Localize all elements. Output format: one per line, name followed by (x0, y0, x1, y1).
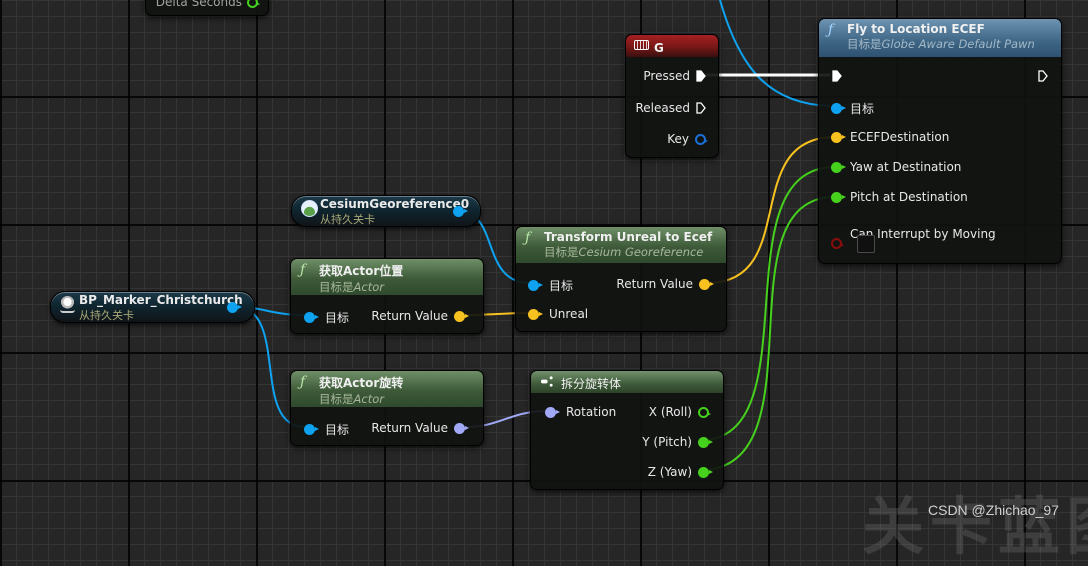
break-rotator-header: 拆分旋转体 (531, 371, 723, 393)
csdn-credit-watermark: CSDN @Zhichao_97 (928, 502, 1059, 518)
bp-marker-title: BP_Marker_Christchurch (79, 293, 243, 307)
pressed-exec-pin[interactable] (696, 70, 706, 82)
bp-marker-out-pin[interactable] (227, 302, 242, 313)
can-interrupt-pin[interactable] (831, 238, 844, 249)
get-rotation-target-pin[interactable] (304, 424, 319, 435)
delta-seconds-node[interactable]: Delta Seconds (145, 0, 269, 16)
z-yaw-pin[interactable] (698, 466, 713, 478)
can-interrupt-checkbox[interactable] (857, 235, 875, 253)
get-location-return-label: Return Value (371, 309, 448, 323)
transform-unreal-to-ecef-node[interactable]: ƒ Transform Unreal to Ecef 目标是Cesium Geo… (515, 226, 727, 332)
get-actor-location-header: ƒ 获取Actor位置 目标是Actor (291, 259, 483, 295)
delta-seconds-pin[interactable] (247, 0, 260, 8)
x-roll-label: X (Roll) (648, 405, 692, 419)
fly-to-location-target-class: 目标是Globe Aware Default Pawn (847, 36, 1051, 52)
key-label: Key (667, 132, 689, 146)
function-icon: ƒ (525, 230, 531, 246)
z-yaw-label: Z (Yaw) (647, 465, 692, 479)
split-icon (541, 376, 553, 387)
yaw-at-destination-label: Yaw at Destination (850, 160, 962, 174)
transform-unreal-to-ecef-target: 目标是Cesium Georeference (544, 244, 716, 260)
transform-target-pin[interactable] (528, 280, 543, 291)
get-actor-location-target: 目标是Actor (319, 279, 473, 295)
fly-to-location-header: ƒ Fly to Location ECEF 目标是Globe Aware De… (819, 19, 1061, 57)
get-actor-location-node[interactable]: ƒ 获取Actor位置 目标是Actor 目标 Return Value (290, 258, 484, 334)
cesium-georeference-title: CesiumGeoreference0 (320, 197, 470, 211)
function-icon: ƒ (300, 262, 306, 278)
delta-seconds-label: Delta Seconds (155, 0, 242, 9)
get-actor-rotation-node[interactable]: ƒ 获取Actor旋转 目标是Actor 目标 Return Value (290, 370, 484, 446)
actor-icon (60, 296, 75, 313)
released-label: Released (635, 101, 690, 115)
get-actor-location-title: 获取Actor位置 (319, 264, 404, 278)
target-prefix: 目标是 (319, 280, 354, 294)
y-pitch-label: Y (Pitch) (642, 435, 692, 449)
y-pitch-pin[interactable] (698, 436, 713, 448)
target-class-name: Globe Aware Default Pawn (881, 37, 1035, 51)
key-struct-pin[interactable] (695, 133, 708, 145)
get-rotation-return-label: Return Value (371, 421, 448, 435)
rotation-in-pin[interactable] (545, 406, 560, 418)
get-location-target-label: 目标 (325, 311, 350, 325)
transform-unreal-label: Unreal (549, 307, 589, 321)
cesium-georeference-subtitle: 从持久关卡 (320, 213, 375, 226)
bp-marker-christchurch-variable-node[interactable]: BP_Marker_Christchurch 从持久关卡 (50, 291, 255, 323)
ecef-destination-label: ECEFDestination (850, 130, 950, 144)
target-class-name: Cesium Georeference (578, 245, 704, 259)
cesium-georeference-out-pin[interactable] (453, 206, 468, 217)
target-label: 目标 (850, 102, 875, 116)
yaw-at-destination-pin[interactable] (831, 161, 846, 173)
georeference-icon (301, 200, 318, 217)
exec-in-pin[interactable] (832, 70, 842, 82)
level-blueprint-watermark: 关卡蓝图 (862, 490, 1088, 563)
key-g-header: G (626, 35, 718, 57)
keyboard-icon (634, 40, 649, 50)
released-exec-pin[interactable] (696, 102, 706, 114)
exec-out-pin[interactable] (1038, 70, 1048, 82)
pressed-label: Pressed (643, 69, 690, 83)
target-class-name: Actor (353, 280, 384, 294)
function-icon: ƒ (828, 22, 834, 38)
transform-return-label: Return Value (616, 277, 693, 291)
transform-unreal-to-ecef-title: Transform Unreal to Ecef (544, 230, 713, 244)
transform-return-pin[interactable] (699, 278, 714, 290)
get-actor-rotation-title: 获取Actor旋转 (319, 376, 404, 390)
transform-target-label: 目标 (549, 279, 574, 293)
pitch-at-destination-pin[interactable] (831, 191, 846, 203)
pitch-at-destination-label: Pitch at Destination (850, 190, 968, 204)
function-icon: ƒ (300, 374, 306, 390)
get-actor-rotation-target: 目标是Actor (319, 391, 473, 407)
get-actor-rotation-header: ƒ 获取Actor旋转 目标是Actor (291, 371, 483, 407)
get-location-return-pin[interactable] (454, 310, 469, 322)
break-rotator-title: 拆分旋转体 (561, 377, 622, 391)
fly-to-location-title: Fly to Location ECEF (847, 22, 985, 36)
fly-to-location-ecef-node[interactable]: ƒ Fly to Location ECEF 目标是Globe Aware De… (818, 18, 1062, 264)
wire-ecef-destination (709, 136, 836, 284)
key-g-event-node[interactable]: G Pressed Released Key (625, 34, 719, 158)
cesium-georeference-variable-node[interactable]: CesiumGeoreference0 从持久关卡 (291, 195, 481, 227)
get-rotation-return-pin[interactable] (454, 422, 469, 434)
bp-marker-subtitle: 从持久关卡 (79, 309, 134, 322)
transform-unreal-to-ecef-header: ƒ Transform Unreal to Ecef 目标是Cesium Geo… (516, 227, 726, 263)
target-class-name: Actor (353, 392, 384, 406)
target-prefix: 目标是 (319, 392, 354, 406)
key-g-title: G (654, 41, 664, 55)
get-location-target-pin[interactable] (304, 312, 319, 323)
transform-unreal-pin[interactable] (528, 308, 543, 320)
target-prefix: 目标是 (544, 245, 579, 259)
ecef-destination-pin[interactable] (831, 131, 846, 143)
target-pin[interactable] (831, 103, 846, 114)
break-rotator-node[interactable]: 拆分旋转体 Rotation X (Roll) Y (Pitch) Z (Yaw… (530, 370, 724, 490)
target-prefix: 目标是 (847, 37, 882, 51)
get-rotation-target-label: 目标 (325, 423, 350, 437)
rotation-label: Rotation (566, 405, 617, 419)
x-roll-pin[interactable] (698, 406, 711, 418)
wire-target-from-top (719, 0, 831, 107)
